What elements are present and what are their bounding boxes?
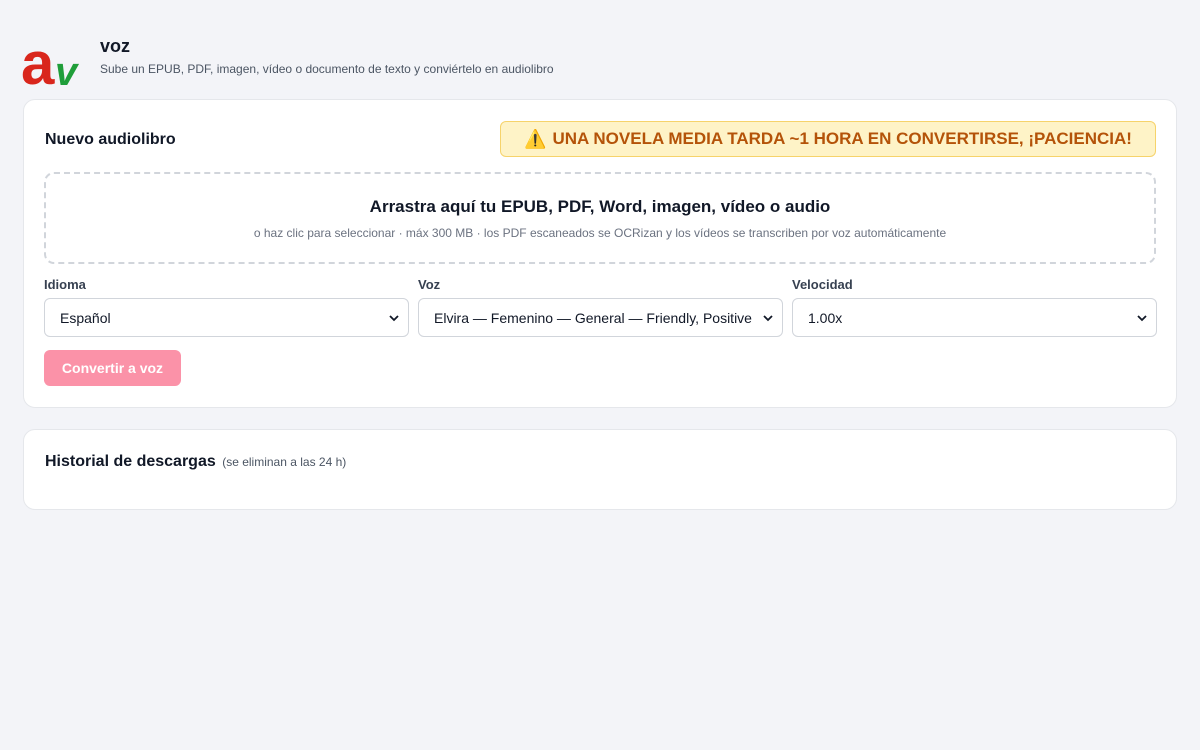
new-audiobook-title: Nuevo audiolibro (45, 131, 176, 148)
app-title: voz (100, 36, 131, 56)
chevron-down-icon (389, 315, 399, 322)
download-history-card: Historial de descargas (se eliminan a la… (23, 429, 1177, 510)
file-dropzone[interactable]: Arrastra aquí tu EPUB, PDF, Word, imagen… (44, 172, 1156, 264)
speed-select[interactable]: 1.00x (792, 298, 1157, 337)
app-subtitle: Sube un EPUB, PDF, imagen, vídeo o docum… (100, 62, 554, 76)
chevron-down-icon (1137, 315, 1147, 322)
chevron-down-icon (763, 315, 773, 322)
app-header: a v voz Sube un EPUB, PDF, imagen, vídeo… (22, 32, 622, 88)
app-logo: a v (22, 32, 80, 88)
svg-text:v: v (55, 50, 80, 88)
dropzone-hint: o haz clic para seleccionar · máx 300 MB… (253, 226, 947, 240)
svg-text:a: a (22, 32, 55, 88)
speed-label: Velocidad (792, 277, 853, 292)
language-select[interactable]: Español (44, 298, 409, 337)
speed-select-value: 1.00x (808, 309, 843, 326)
dropzone-title: Arrastra aquí tu EPUB, PDF, Word, imagen… (369, 197, 831, 216)
convert-button[interactable]: Convertir a voz (44, 350, 181, 386)
voice-label: Voz (418, 277, 441, 292)
language-select-value: Español (60, 309, 111, 326)
language-label: Idioma (44, 277, 86, 292)
warning-icon: ⚠️ (524, 128, 547, 149)
history-heading: Historial de descargas (se eliminan a la… (45, 453, 346, 471)
warning-text: UNA NOVELA MEDIA TARDA ~1 HORA EN CONVER… (552, 129, 1132, 148)
history-note: (se eliminan a las 24 h) (222, 455, 347, 469)
voice-select[interactable]: Elvira — Femenino — General — Friendly, … (418, 298, 783, 337)
voice-select-value: Elvira — Femenino — General — Friendly, … (434, 309, 752, 326)
history-title: Historial de descargas (45, 453, 216, 470)
warning-banner: ⚠️ UNA NOVELA MEDIA TARDA ~1 HORA EN CON… (500, 121, 1156, 157)
new-audiobook-card: Nuevo audiolibro ⚠️ UNA NOVELA MEDIA TAR… (23, 99, 1177, 408)
